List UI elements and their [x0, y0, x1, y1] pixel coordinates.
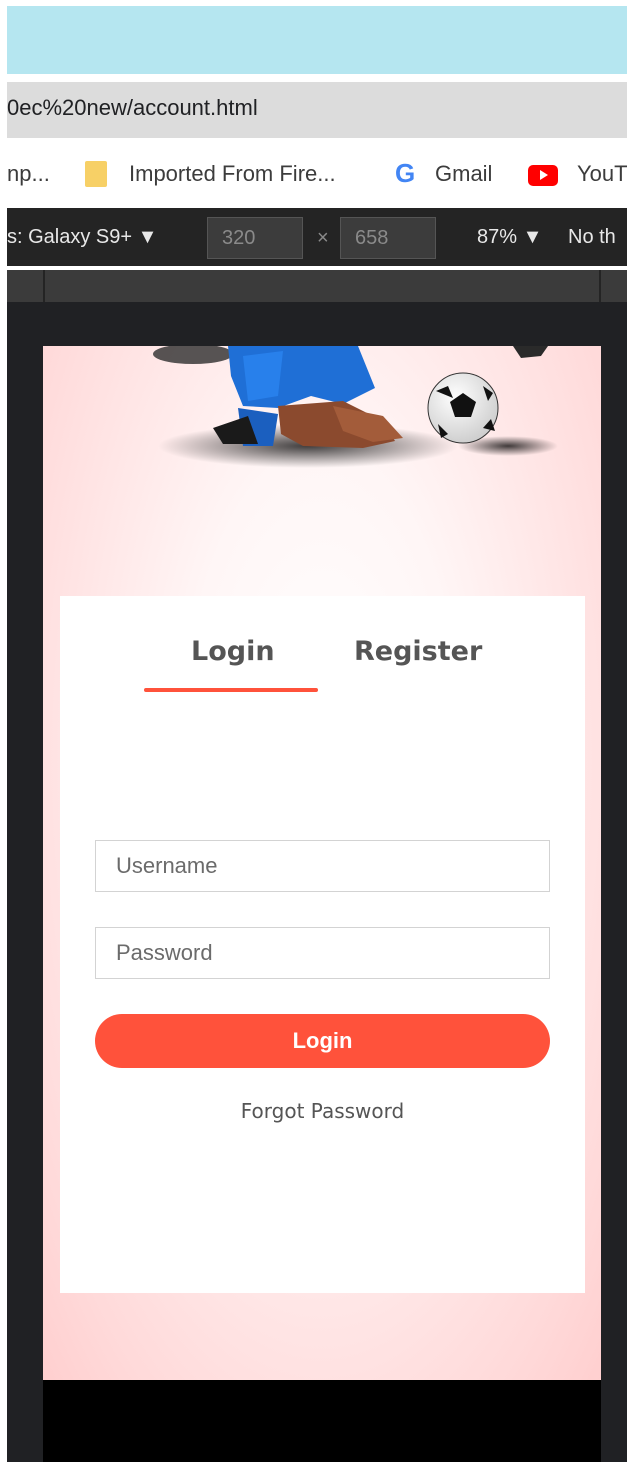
username-input[interactable]: [95, 840, 550, 892]
login-button[interactable]: Login: [95, 1014, 550, 1068]
youtube-icon[interactable]: [528, 165, 558, 186]
times-icon: ×: [317, 227, 329, 249]
emulated-page: Login Register Login Forgot Password: [43, 346, 601, 1380]
media-query-bar: [7, 270, 627, 302]
device-toolbar: s: Galaxy S9+ ▼ 320 × 658 87% ▼ No th: [7, 208, 627, 266]
bookmark-item-truncated[interactable]: np...: [7, 161, 50, 187]
bookmark-item-gmail[interactable]: Gmail: [435, 161, 492, 187]
ruler-divider: [43, 270, 45, 302]
bookmark-item-youtube[interactable]: YouT: [577, 161, 627, 187]
ruler-divider: [599, 270, 601, 302]
tab-login[interactable]: Login: [191, 636, 275, 667]
browser-tab-strip: [7, 6, 627, 74]
height-field[interactable]: 658: [340, 217, 436, 259]
tab-register[interactable]: Register: [354, 636, 482, 667]
bookmarks-bar: np... Imported From Fire... G Gmail YouT: [7, 148, 627, 204]
forgot-password-link[interactable]: Forgot Password: [60, 1099, 585, 1123]
address-url[interactable]: 0ec%20new/account.html: [7, 95, 258, 121]
folder-icon[interactable]: [85, 161, 107, 187]
width-field[interactable]: 320: [207, 217, 303, 259]
zoom-select[interactable]: 87% ▼: [477, 226, 542, 249]
page-footer-dark: [43, 1380, 601, 1462]
password-input[interactable]: [95, 927, 550, 979]
throttle-select[interactable]: No th: [568, 226, 616, 249]
google-icon[interactable]: G: [395, 158, 415, 189]
active-tab-indicator: [144, 688, 318, 692]
hero-image: [153, 346, 558, 468]
bookmark-item-imported[interactable]: Imported From Fire...: [129, 161, 336, 187]
device-select[interactable]: s: Galaxy S9+ ▼: [7, 226, 157, 249]
address-bar[interactable]: 0ec%20new/account.html: [7, 82, 627, 138]
screen: 0ec%20new/account.html np... Imported Fr…: [0, 0, 628, 1462]
account-form-card: Login Register Login Forgot Password: [60, 596, 585, 1293]
